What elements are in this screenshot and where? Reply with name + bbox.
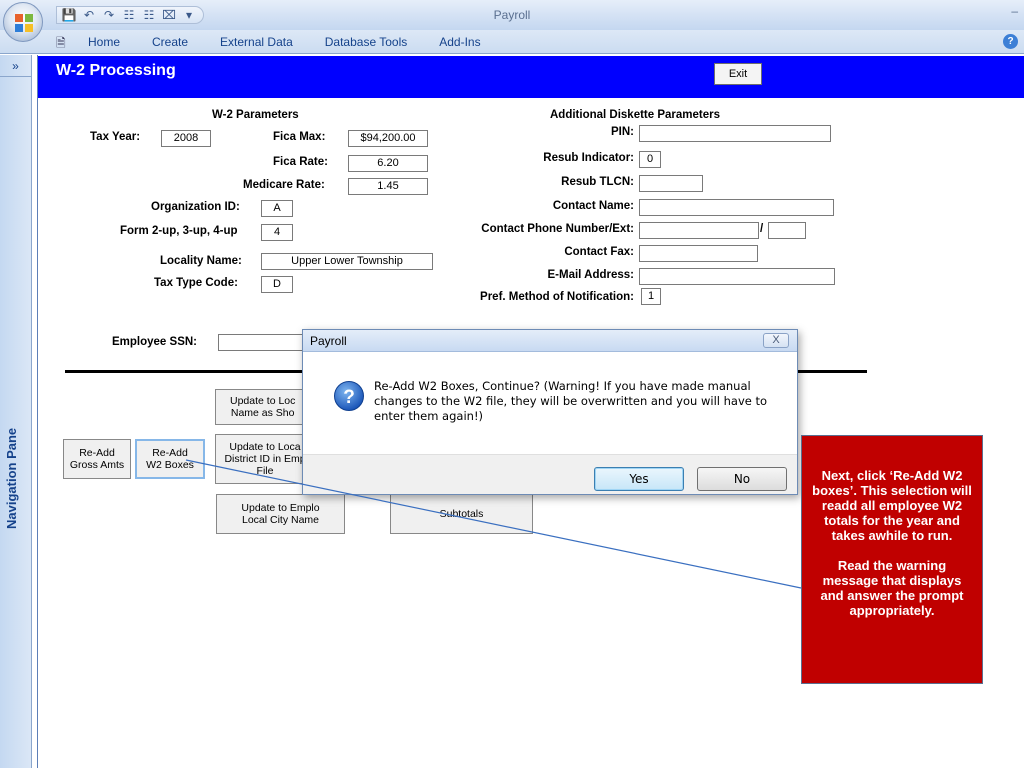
additional-params-header: Additional Diskette Parameters [550,109,721,121]
organization-id-label: Organization ID: [151,201,240,213]
update-local-name-button[interactable]: Update to Loc Name as Sho [215,389,315,425]
tax-year-field[interactable]: 2008 [161,130,211,147]
callout-paragraph-2: Read the warning message that displays a… [820,558,964,618]
ribbon: 🗎 Home Create External Data Database Too… [0,30,1024,54]
readd-gross-amts-button[interactable]: Re-Add Gross Amts [63,439,131,479]
subtotals-button[interactable]: Subtotals [390,494,533,534]
callout-paragraph-1: Next, click ‘Re-Add W2 boxes’. This sele… [812,468,972,543]
resub-tlcn-field[interactable] [639,175,703,192]
no-button[interactable]: No [697,467,787,491]
navigation-pane: » Navigation Pane [0,55,32,768]
subtotals-label: Subtotals [439,508,484,520]
dialog-title: Payroll [310,334,347,348]
tax-type-code-field[interactable]: D [261,276,293,293]
resub-indicator-field[interactable]: 0 [639,151,661,168]
email-address-field[interactable] [639,268,835,285]
medicare-rate-label: Medicare Rate: [243,179,325,191]
tab-external-data[interactable]: External Data [204,35,309,49]
form-title: W-2 Processing [56,62,176,79]
pin-field[interactable] [639,125,831,142]
contact-name-field[interactable] [639,199,834,216]
fica-rate-label: Fica Rate: [273,156,328,168]
email-address-label: E-Mail Address: [547,269,634,281]
ribbon-tabs: Home Create External Data Database Tools… [88,35,497,49]
confirm-dialog: Payroll X ? Re-Add W2 Boxes, Continue? (… [302,329,798,495]
resub-indicator-label: Resub Indicator: [543,152,634,164]
update-local-city-button[interactable]: Update to Emplo Local City Name [216,494,345,534]
tab-database-tools[interactable]: Database Tools [309,35,424,49]
contact-phone-label: Contact Phone Number/Ext: [481,223,634,235]
yes-button[interactable]: Yes [594,467,684,491]
employee-ssn-field[interactable] [218,334,308,351]
contact-name-label: Contact Name: [552,200,634,212]
tab-create[interactable]: Create [136,35,204,49]
tax-type-code-label: Tax Type Code: [154,277,238,289]
dialog-title-bar: Payroll X [303,330,797,352]
form-up-field[interactable]: 4 [261,224,293,241]
window-title: Payroll [493,8,531,22]
readd-w2-boxes-button[interactable]: Re-Add W2 Boxes [135,439,205,479]
fica-max-field[interactable]: $94,200.00 [348,130,428,147]
medicare-rate-field[interactable]: 1.45 [348,178,428,195]
svg-text:?: ? [343,387,355,408]
fica-max-label: Fica Max: [273,131,326,143]
instruction-callout: Next, click ‘Re-Add W2 boxes’. This sele… [801,435,983,684]
title-bar: 💾 ↶ ↷ ☷ ☷ ⌧ ▾ Payroll – [0,0,1024,30]
resub-tlcn-label: Resub TLCN: [561,176,634,188]
form-border [37,55,38,768]
nav-pane-label[interactable]: Navigation Pane [4,428,19,529]
office-button[interactable] [3,2,43,42]
document-icon: 🗎 [56,36,66,50]
organization-id-field[interactable]: A [261,200,293,217]
form-up-label: Form 2-up, 3-up, 4-up [120,225,238,237]
minimize-button[interactable]: – [1011,4,1018,18]
w2-parameters-header: W-2 Parameters [212,109,299,121]
contact-phone-field[interactable] [639,222,759,239]
dialog-close-button[interactable]: X [763,333,789,348]
dialog-footer: Yes No [303,454,797,494]
office-logo-icon [15,14,33,32]
locality-name-label: Locality Name: [160,255,242,267]
employee-ssn-label: Employee SSN: [112,336,197,348]
tax-year-label: Tax Year: [90,131,141,143]
pin-label: PIN: [611,126,634,138]
update-district-id-button[interactable]: Update to Loca District ID in Emp File [215,434,315,484]
help-icon[interactable]: ? [1003,34,1018,49]
tab-home[interactable]: Home [88,35,136,49]
phone-ext-separator: / [760,223,764,235]
fica-rate-field[interactable]: 6.20 [348,155,428,172]
pref-notification-label: Pref. Method of Notification: [480,291,634,303]
contact-fax-label: Contact Fax: [564,246,634,258]
form-header: W-2 Processing Exit [38,56,1024,98]
exit-button[interactable]: Exit [714,63,762,85]
tab-add-ins[interactable]: Add-Ins [423,35,496,49]
question-icon: ? [334,381,364,411]
pref-notification-field[interactable]: 1 [641,288,661,305]
contact-fax-field[interactable] [639,245,758,262]
locality-name-field[interactable]: Upper Lower Township [261,253,433,270]
contact-ext-field[interactable] [768,222,806,239]
dialog-message: Re-Add W2 Boxes, Continue? (Warning! If … [374,379,768,423]
nav-pane-toggle[interactable]: » [0,55,31,77]
